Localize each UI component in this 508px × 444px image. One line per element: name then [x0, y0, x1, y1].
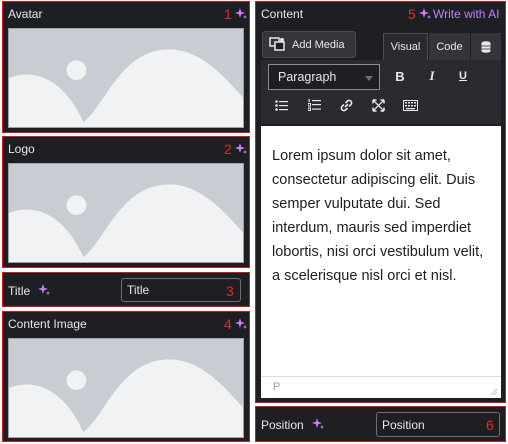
avatar-label: Avatar	[8, 7, 43, 21]
bullet-list-icon	[274, 99, 288, 111]
content-image-placeholder[interactable]	[8, 338, 244, 438]
content-image-panel: Content Image 4	[2, 311, 250, 442]
editor-content-area[interactable]: Lorem ipsum dolor sit amet, consectetur …	[261, 126, 501, 376]
add-media-label: Add Media	[292, 38, 345, 51]
tab-code[interactable]: Code	[429, 33, 470, 60]
italic-icon: I	[429, 68, 435, 83]
image-placeholder-icon	[9, 29, 243, 127]
editor-text: Lorem ipsum dolor sit amet, consectetur …	[272, 148, 484, 284]
logo-label: Logo	[8, 142, 35, 156]
ai-sparkle-icon	[419, 8, 431, 19]
annotation-number-1: 1	[224, 6, 232, 22]
database-icon	[481, 40, 491, 53]
resize-handle-icon[interactable]	[490, 388, 497, 395]
content-image-label: Content Image	[8, 317, 87, 331]
title-input[interactable]: Title	[121, 278, 241, 302]
tab-visual[interactable]: Visual	[383, 33, 428, 60]
format-select[interactable]: Paragraph	[268, 64, 380, 90]
avatar-image-placeholder[interactable]	[8, 28, 244, 128]
position-panel: Position Position 6	[255, 406, 506, 442]
underline-button[interactable]: U	[454, 66, 472, 86]
keyboard-icon	[402, 99, 418, 111]
bullet-list-button[interactable]	[272, 96, 290, 114]
add-media-icon	[269, 37, 285, 51]
annotation-number-5: 5	[408, 6, 416, 22]
ai-sparkle-icon[interactable]	[312, 418, 324, 430]
link-icon	[340, 99, 352, 111]
write-with-ai-button[interactable]: Write with AI	[419, 7, 499, 21]
ai-sparkle-icon[interactable]	[235, 143, 247, 155]
content-label: Content	[261, 7, 304, 21]
fullscreen-button[interactable]	[369, 96, 387, 114]
annotation-number-4: 4	[224, 316, 232, 332]
position-input[interactable]: Position	[376, 412, 500, 437]
annotation-number-6: 6	[486, 417, 494, 433]
avatar-panel: Avatar 1	[2, 1, 250, 133]
underline-icon: U	[459, 70, 467, 82]
title-label: Title	[8, 284, 31, 298]
fullscreen-icon	[371, 98, 385, 112]
write-with-ai-label: Write with AI	[433, 7, 500, 21]
bold-button[interactable]: B	[391, 66, 409, 86]
italic-button[interactable]: I	[423, 66, 441, 86]
logo-image-placeholder[interactable]	[8, 163, 244, 263]
annotation-number-2: 2	[224, 141, 232, 157]
content-panel: Content 5 Write with AI Add Media Visual…	[255, 1, 506, 403]
logo-panel: Logo 2	[2, 136, 250, 268]
ai-sparkle-icon[interactable]	[38, 284, 50, 296]
image-placeholder-icon	[9, 164, 243, 262]
keyboard-button[interactable]	[401, 96, 419, 114]
add-media-button[interactable]: Add Media	[262, 31, 356, 58]
ai-sparkle-icon[interactable]	[235, 318, 247, 330]
numbered-list-button[interactable]	[305, 96, 323, 114]
bold-icon: B	[395, 68, 405, 84]
numbered-list-icon	[307, 99, 321, 111]
image-placeholder-icon	[9, 339, 243, 437]
position-label: Position	[261, 418, 304, 432]
format-select-value: Paragraph	[278, 70, 337, 84]
ai-sparkle-icon[interactable]	[235, 8, 247, 20]
database-icon-button[interactable]	[471, 33, 501, 60]
title-panel: Title Title 3	[2, 272, 250, 307]
element-path: P	[273, 381, 281, 393]
chevron-down-icon	[365, 76, 373, 81]
annotation-number-3: 3	[226, 283, 234, 299]
editor-status-bar: P	[261, 376, 501, 398]
link-button[interactable]	[337, 96, 355, 114]
